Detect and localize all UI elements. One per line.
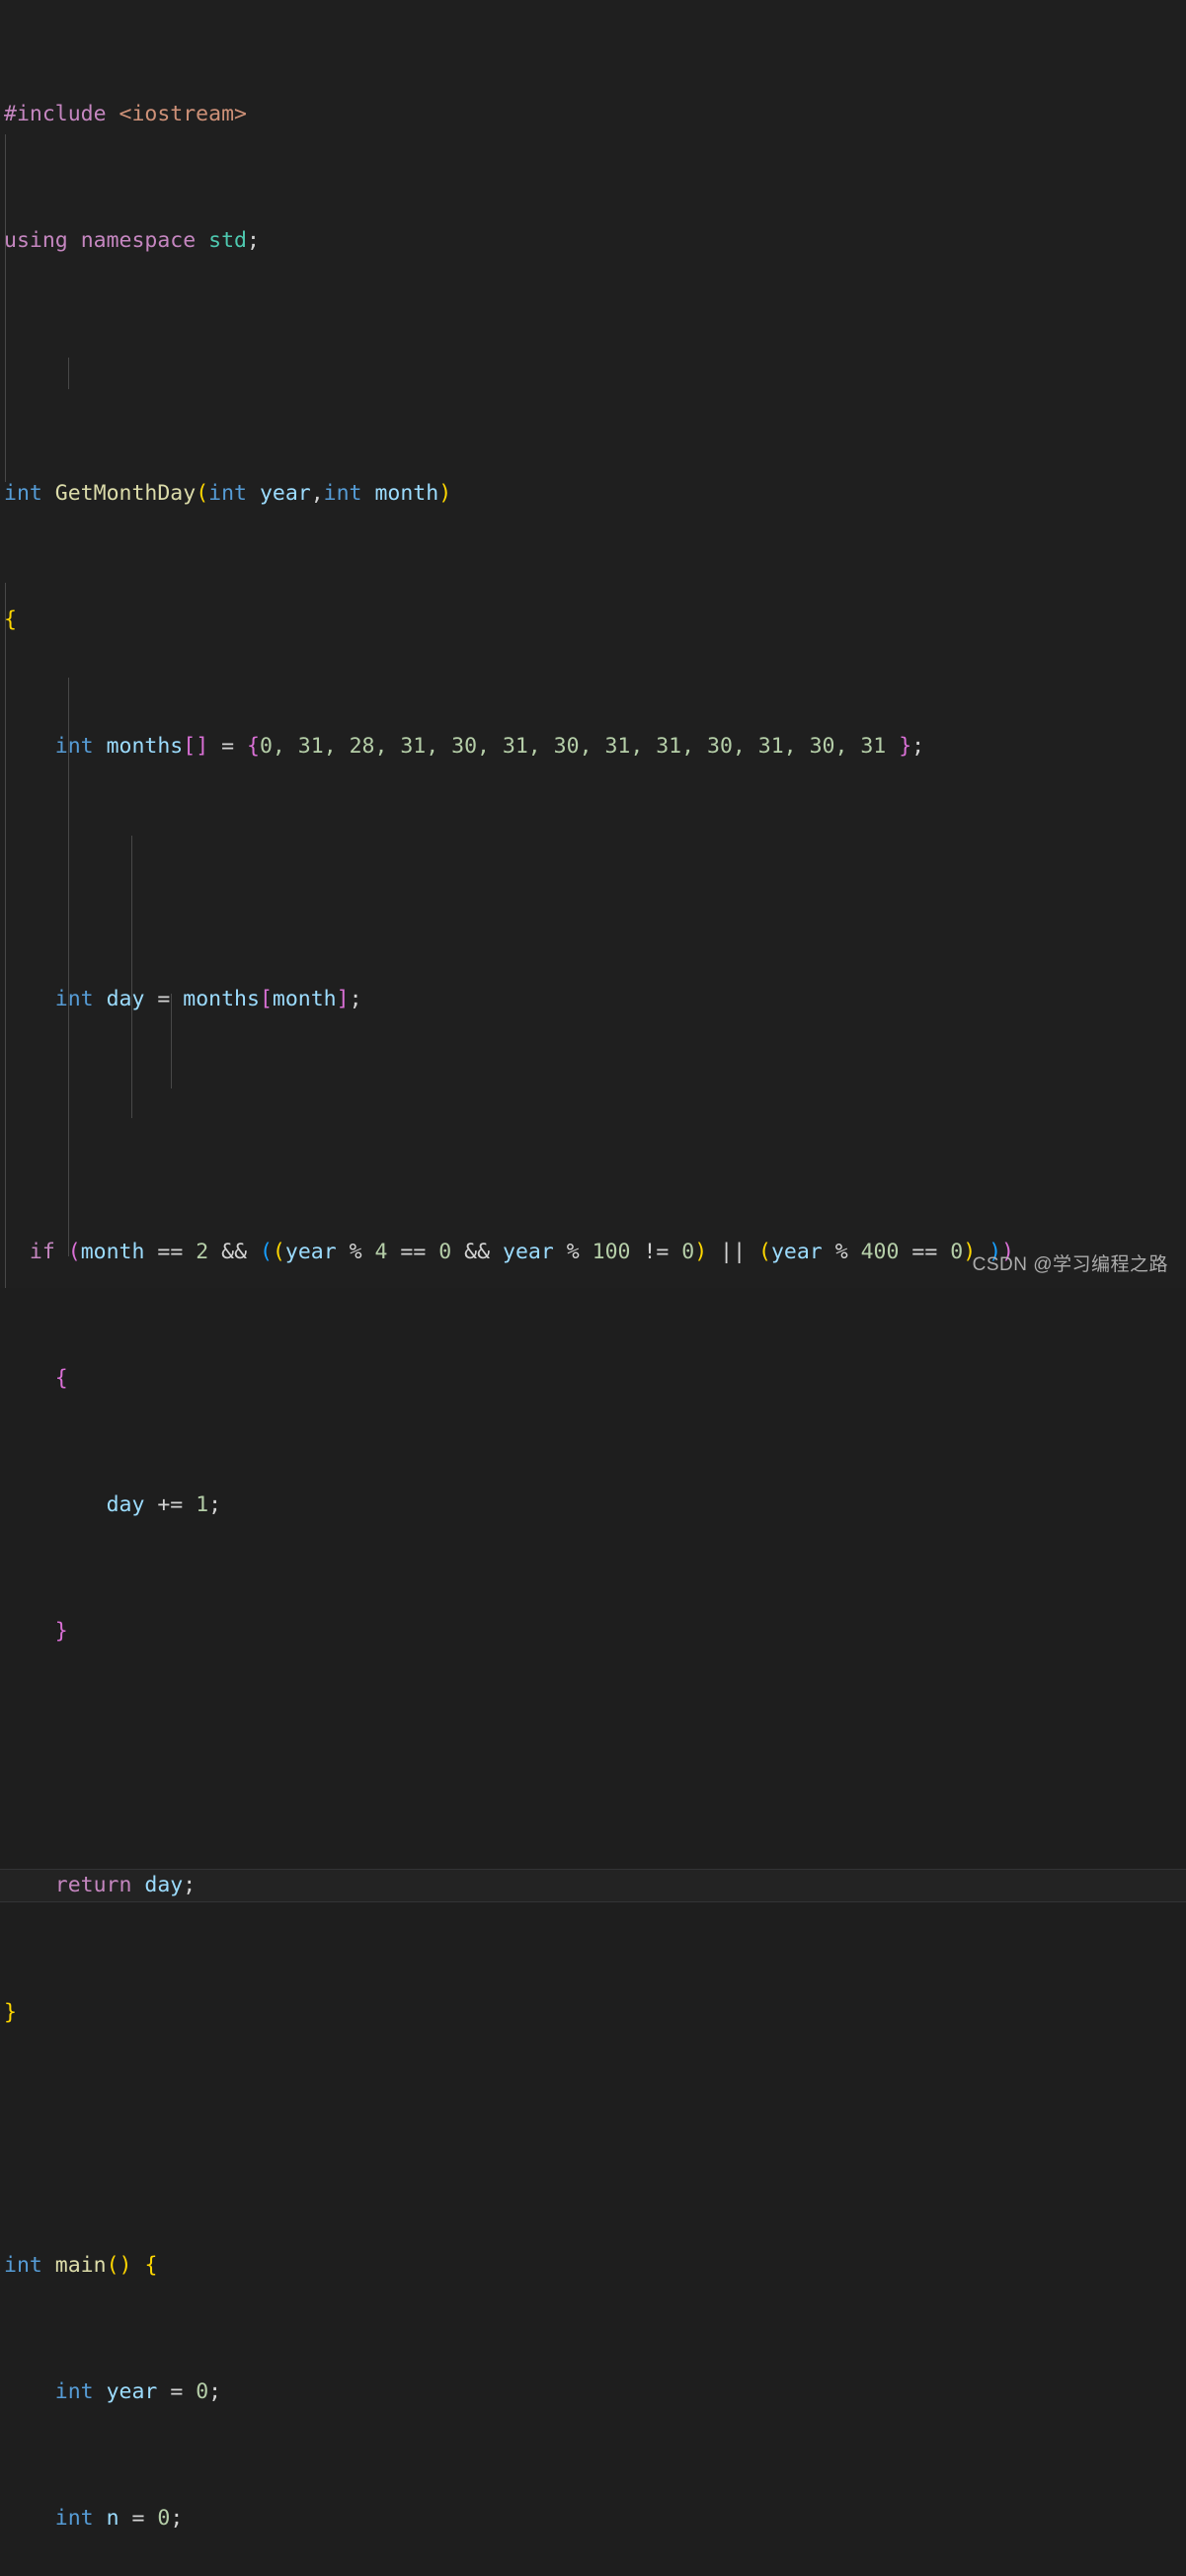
function-name-main: main <box>54 2253 107 2278</box>
code-line-4[interactable]: int GetMonthDay(int year,int month) <box>0 478 1186 510</box>
code-line-12[interactable]: day += 1; <box>0 1489 1186 1521</box>
code-line-3-blank[interactable] <box>0 352 1186 383</box>
namespace-std: std <box>208 228 247 253</box>
code-line-19[interactable]: int year = 0; <box>0 2376 1186 2408</box>
code-line-13[interactable]: } <box>0 1616 1186 1648</box>
code-editor[interactable]: #include <iostream> using namespace std;… <box>0 0 1186 2531</box>
source-code[interactable]: #include <iostream> using namespace std;… <box>0 0 1186 2576</box>
code-line-20[interactable]: int n = 0; <box>0 2503 1186 2535</box>
code-line-9-blank[interactable] <box>0 1110 1186 1142</box>
code-line-2[interactable]: using namespace std; <box>0 225 1186 257</box>
code-line-1[interactable]: #include <iostream> <box>0 99 1186 130</box>
code-line-5[interactable]: { <box>0 604 1186 636</box>
preprocessor-directive: #include <box>4 102 107 126</box>
code-line-6[interactable]: int months[] = {0, 31, 28, 31, 30, 31, 3… <box>0 731 1186 763</box>
code-line-16[interactable]: } <box>0 1997 1186 2029</box>
code-line-14-blank[interactable] <box>0 1742 1186 1774</box>
code-line-15-current[interactable]: return day; <box>0 1869 1186 1902</box>
code-line-7-blank[interactable] <box>0 857 1186 889</box>
code-line-8[interactable]: int day = months[month]; <box>0 984 1186 1015</box>
csdn-watermark: CSDN @学习编程之路 <box>972 1254 1168 1275</box>
code-line-17-blank[interactable] <box>0 2124 1186 2155</box>
function-name-getmonthday: GetMonthDay <box>54 481 197 506</box>
code-line-11[interactable]: { <box>0 1363 1186 1395</box>
include-header: <iostream> <box>119 102 247 126</box>
months-array-values: 0, 31, 28, 31, 30, 31, 30, 31, 31, 30, 3… <box>259 734 887 759</box>
code-line-18[interactable]: int main() { <box>0 2250 1186 2282</box>
